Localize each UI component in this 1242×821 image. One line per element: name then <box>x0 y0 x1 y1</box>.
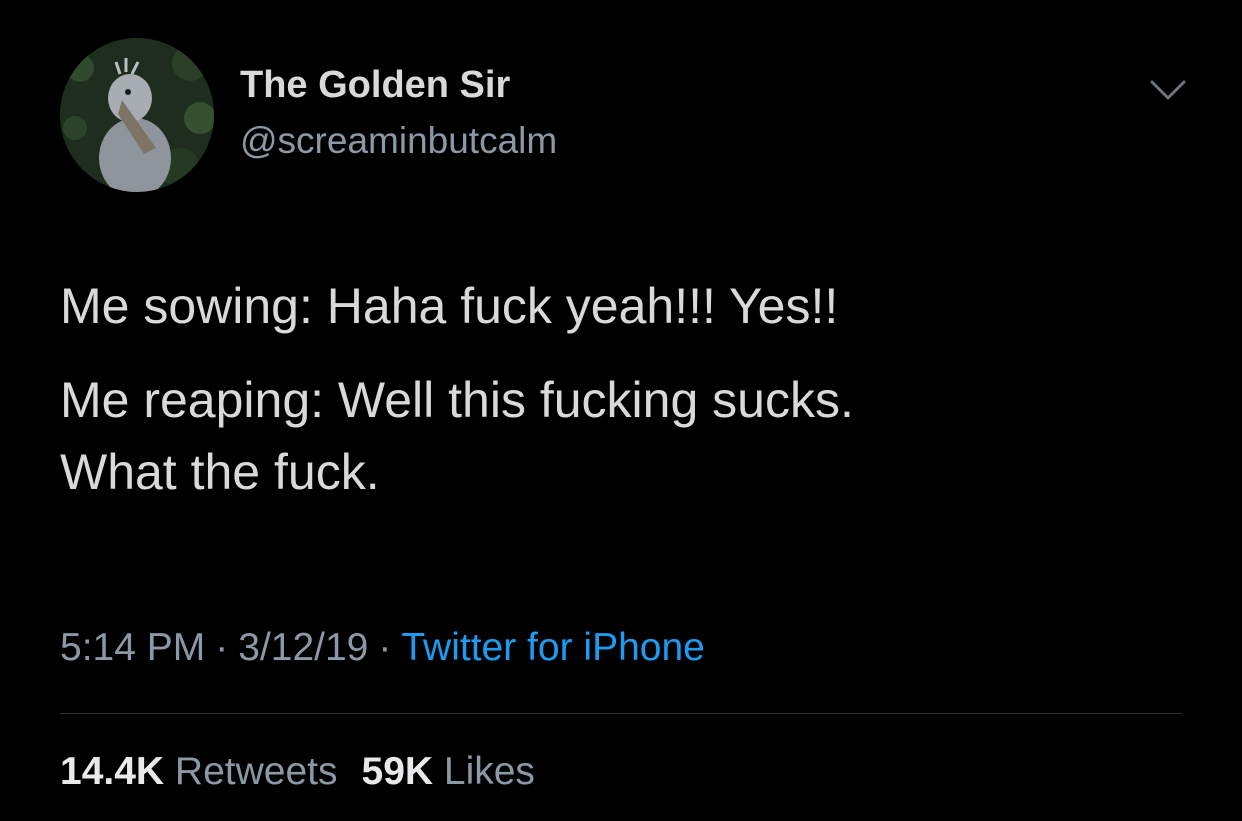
divider <box>60 713 1182 714</box>
author-display-name[interactable]: The Golden Sir <box>240 64 510 107</box>
tweet-date[interactable]: 3/12/19 <box>238 626 368 669</box>
chevron-down-icon[interactable] <box>1148 76 1188 104</box>
meta-separator: · <box>378 626 392 669</box>
tweet-line: Me reaping: Well this fucking sucks. <box>60 372 854 428</box>
retweets-label: Retweets <box>174 750 338 793</box>
avatar[interactable] <box>60 38 214 192</box>
tweet-line: What the fuck. <box>60 444 380 500</box>
likes-count: 59K <box>361 750 434 793</box>
likes-label: Likes <box>443 750 535 793</box>
retweets-count: 14.4K <box>60 750 165 793</box>
author-handle[interactable]: @screaminbutcalm <box>240 120 557 162</box>
tweet-line: Me sowing: Haha fuck yeah!!! Yes!! <box>60 278 839 334</box>
tweet-stats: 14.4K Retweets 59K Likes <box>60 750 535 794</box>
shoebill-bird-avatar-icon <box>60 38 214 192</box>
tweet-text: Me sowing: Haha fuck yeah!!! Yes!! Me re… <box>60 270 1180 508</box>
meta-separator: · <box>215 626 229 669</box>
retweets-stat[interactable]: 14.4K Retweets <box>60 750 338 793</box>
likes-stat[interactable]: 59K Likes <box>362 750 535 793</box>
tweet-time[interactable]: 5:14 PM <box>60 626 205 669</box>
tweet-metadata: 5:14 PM · 3/12/19 · Twitter for iPhone <box>60 626 705 670</box>
tweet-source-link[interactable]: Twitter for iPhone <box>401 626 704 669</box>
